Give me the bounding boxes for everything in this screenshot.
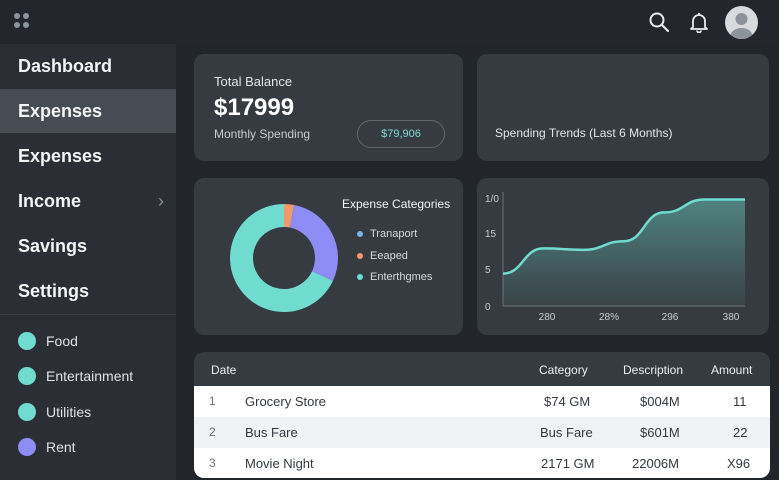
sidebar-divider [0, 314, 176, 315]
sidebar-item-income[interactable]: Income › [0, 179, 176, 223]
table-row[interactable]: 3 Movie Night 2171 GM 22006M X96 [194, 448, 770, 478]
legend-label: Tranaport [370, 228, 418, 240]
expense-categories-title: Expense Categories [342, 197, 451, 211]
header-date[interactable]: Date [211, 363, 236, 377]
legend-label: Entertainment [46, 368, 134, 384]
area-fill [503, 199, 745, 306]
donut-slice-1 [289, 204, 338, 281]
y-tick-label: 5 [485, 265, 491, 276]
category-legend-entertainment: Enterthgmes [357, 270, 432, 284]
spending-trends-title: Spending Trends (Last 6 Months) [495, 126, 673, 140]
legend-dot [18, 367, 36, 385]
search-icon[interactable] [648, 11, 670, 33]
table-header: Date Category Description Amount [194, 352, 770, 386]
donut-chart [230, 204, 338, 312]
sidebar-item-expenses-2[interactable]: Expenses [0, 134, 176, 178]
spending-trends-card: Spending Trends (Last 6 Months) [477, 54, 769, 161]
legend-dot [357, 253, 363, 259]
x-tick-label: 28% [599, 312, 619, 323]
apps-icon[interactable] [14, 13, 32, 31]
row-amount: 11 [733, 394, 747, 409]
header-description[interactable]: Description [623, 363, 683, 377]
category-legend-transport: Tranaport [357, 227, 417, 241]
sidebar-item-label: Expenses [18, 101, 103, 121]
avatar[interactable] [725, 6, 758, 39]
legend-label: Utilities [46, 404, 92, 420]
x-tick-label: 380 [723, 312, 740, 323]
header-category[interactable]: Category [539, 363, 588, 377]
legend-dot [18, 332, 36, 350]
sidebar-item-label: Dashboard [18, 56, 113, 76]
sidebar: Dashboard Expenses Expenses Income › Savi… [0, 44, 176, 480]
row-name: Movie Night [245, 456, 314, 471]
sidebar-item-label: Settings [18, 281, 90, 301]
x-tick-label: 296 [662, 312, 679, 323]
category-legend-eeaped: Eeaped [357, 249, 408, 263]
sidebar-item-savings[interactable]: Savings [0, 224, 176, 268]
area-chart: 1/0 15 5 0 280 28% 296 380 [485, 192, 745, 323]
header-amount[interactable]: Amount [711, 363, 752, 377]
row-index: 2 [209, 425, 216, 439]
row-name: Grocery Store [245, 394, 326, 409]
y-tick-label: 0 [485, 302, 491, 313]
legend-item-rent: Rent [18, 437, 76, 457]
row-description: $004M [640, 394, 680, 409]
row-name: Bus Fare [245, 425, 298, 440]
row-description: $601M [640, 425, 680, 440]
row-index: 3 [209, 456, 216, 470]
sidebar-item-expenses[interactable]: Expenses [0, 89, 176, 133]
legend-dot [18, 438, 36, 456]
y-tick-label: 15 [485, 229, 497, 240]
balance-card: Total Balance $17999 Monthly Spending $7… [194, 54, 463, 161]
monthly-spending-pill[interactable]: $79,906 [357, 120, 445, 148]
sidebar-item-label: Expenses [18, 146, 103, 166]
row-index: 1 [209, 394, 216, 408]
balance-label: Total Balance [214, 74, 293, 89]
transactions-table: Date Category Description Amount 1 Groce… [194, 352, 770, 478]
balance-value: $17999 [214, 94, 295, 121]
sidebar-item-label: Income [18, 191, 82, 211]
bell-icon[interactable] [688, 11, 710, 33]
x-tick-label: 280 [539, 312, 556, 323]
row-category: Bus Fare [540, 425, 593, 440]
table-row[interactable]: 1 Grocery Store $74 GM $004M 11 [194, 386, 770, 417]
expense-categories-card: Expense Categories Tranaport Eeaped Ente… [194, 178, 463, 335]
row-description: 22006M [632, 456, 679, 471]
legend-label: Eeaped [370, 250, 408, 262]
sidebar-item-settings[interactable]: Settings [0, 269, 176, 313]
legend-dot [357, 231, 363, 237]
row-category: $74 GM [544, 394, 591, 409]
monthly-spending-label: Monthly Spending [214, 127, 311, 141]
legend-item-entertainment: Entertainment [18, 366, 133, 386]
table-row[interactable]: 2 Bus Fare Bus Fare $601M 22 [194, 417, 770, 448]
y-tick-label: 1/0 [485, 194, 499, 205]
legend-label: Enterthgmes [370, 271, 433, 283]
row-amount: 22 [733, 425, 748, 440]
sidebar-item-dashboard[interactable]: Dashboard [0, 44, 176, 88]
legend-dot [18, 403, 36, 421]
chevron-right-icon: › [158, 191, 164, 211]
legend-label: Food [46, 333, 78, 349]
sidebar-item-label: Savings [18, 236, 88, 256]
legend-dot [357, 274, 363, 280]
area-chart-card: 1/0 15 5 0 280 28% 296 380 [477, 178, 769, 335]
top-bar [0, 0, 779, 44]
row-amount: X96 [727, 456, 751, 471]
legend-item-food: Food [18, 331, 78, 351]
legend-label: Rent [46, 439, 76, 455]
row-category: 2171 GM [541, 456, 595, 471]
legend-item-utilities: Utilities [18, 402, 91, 422]
